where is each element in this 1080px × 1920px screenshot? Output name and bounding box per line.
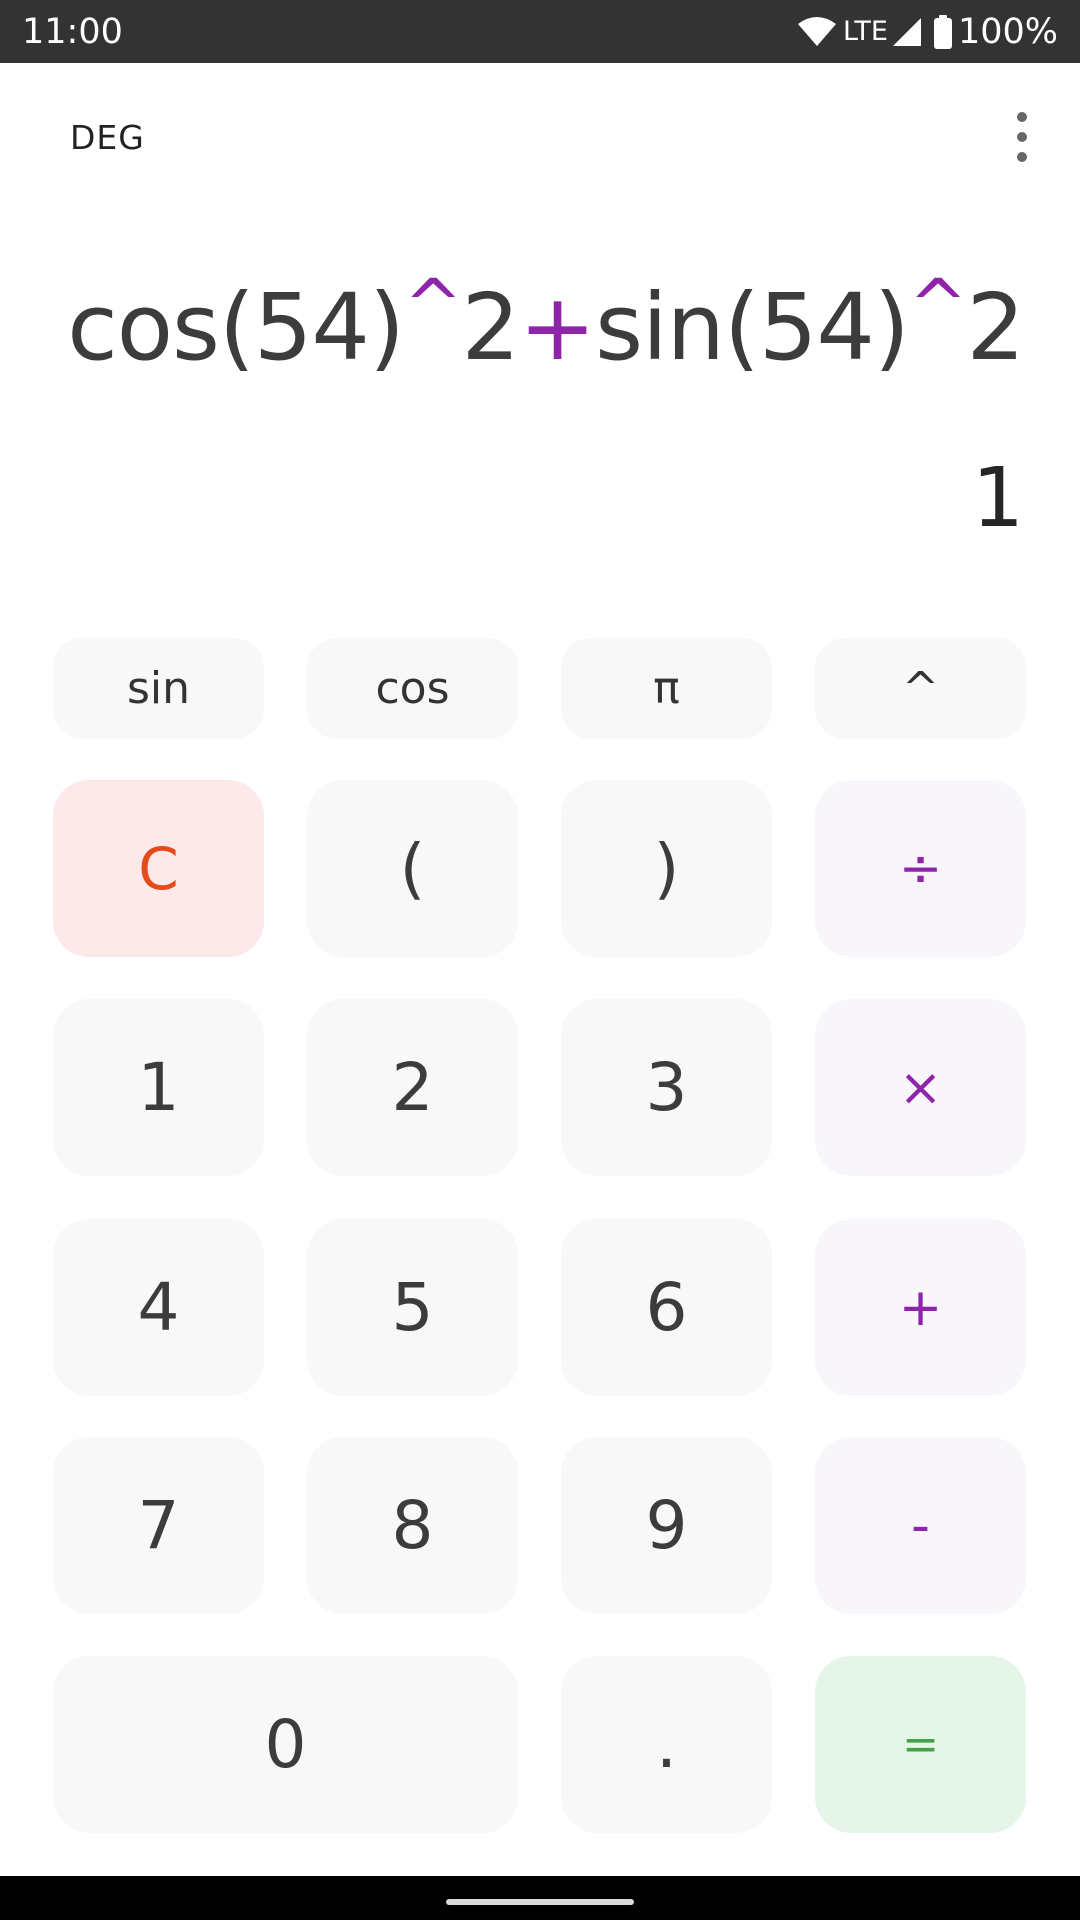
digit-5-button[interactable]: 5 xyxy=(307,1219,518,1396)
expression-operator: + xyxy=(519,274,596,381)
equals-button[interactable]: = xyxy=(815,1656,1026,1833)
open-paren-button[interactable]: ( xyxy=(307,780,518,957)
pi-button[interactable]: π xyxy=(561,638,772,739)
multiply-button[interactable]: × xyxy=(815,999,1026,1176)
divide-button[interactable]: ÷ xyxy=(815,780,1026,957)
digit-6-button[interactable]: 6 xyxy=(561,1219,772,1396)
more-vert-icon[interactable] xyxy=(1005,112,1039,162)
menu-dot xyxy=(1017,112,1027,122)
cos-button[interactable]: cos xyxy=(307,638,518,739)
digit-9-button[interactable]: 9 xyxy=(561,1437,772,1614)
digit-1-button[interactable]: 1 xyxy=(53,999,264,1176)
expression-display[interactable]: cos(54)^2+sin(54)^2 xyxy=(67,270,1025,374)
signal-icon xyxy=(892,17,922,47)
expression-term: 2 xyxy=(966,274,1025,381)
power-button[interactable]: ^ xyxy=(815,638,1026,739)
digit-4-button[interactable]: 4 xyxy=(53,1219,264,1396)
navigation-bar xyxy=(0,1876,1080,1920)
expression-term: cos(54) xyxy=(67,274,405,381)
status-bar: 11:00 LTE 100% xyxy=(0,0,1080,63)
network-type: LTE xyxy=(843,16,888,47)
plus-button[interactable]: + xyxy=(815,1219,1026,1396)
angle-mode-button[interactable]: DEG xyxy=(70,118,145,157)
battery-percent: 100% xyxy=(957,11,1058,52)
digit-2-button[interactable]: 2 xyxy=(307,999,518,1176)
battery-icon xyxy=(933,14,952,49)
digit-8-button[interactable]: 8 xyxy=(307,1437,518,1614)
expression-operator: ^ xyxy=(403,264,463,346)
menu-dot xyxy=(1017,132,1027,142)
status-icons: LTE 100% xyxy=(797,12,1058,52)
decimal-button[interactable]: . xyxy=(561,1656,772,1833)
status-time: 11:00 xyxy=(22,11,123,52)
close-paren-button[interactable]: ) xyxy=(561,780,772,957)
menu-dot xyxy=(1017,152,1027,162)
digit-0-button[interactable]: 0 xyxy=(53,1656,518,1833)
expression-term: sin(54) xyxy=(595,274,910,381)
expression-term: 2 xyxy=(461,274,521,381)
digit-7-button[interactable]: 7 xyxy=(53,1437,264,1614)
sin-button[interactable]: sin xyxy=(53,638,264,739)
wifi-icon xyxy=(797,16,837,48)
home-gesture-handle[interactable] xyxy=(446,1899,634,1905)
digit-3-button[interactable]: 3 xyxy=(561,999,772,1176)
clear-button[interactable]: C xyxy=(53,780,264,957)
result-display: 1 xyxy=(971,451,1024,546)
expression-operator: ^ xyxy=(908,264,968,346)
minus-button[interactable]: - xyxy=(815,1437,1026,1614)
